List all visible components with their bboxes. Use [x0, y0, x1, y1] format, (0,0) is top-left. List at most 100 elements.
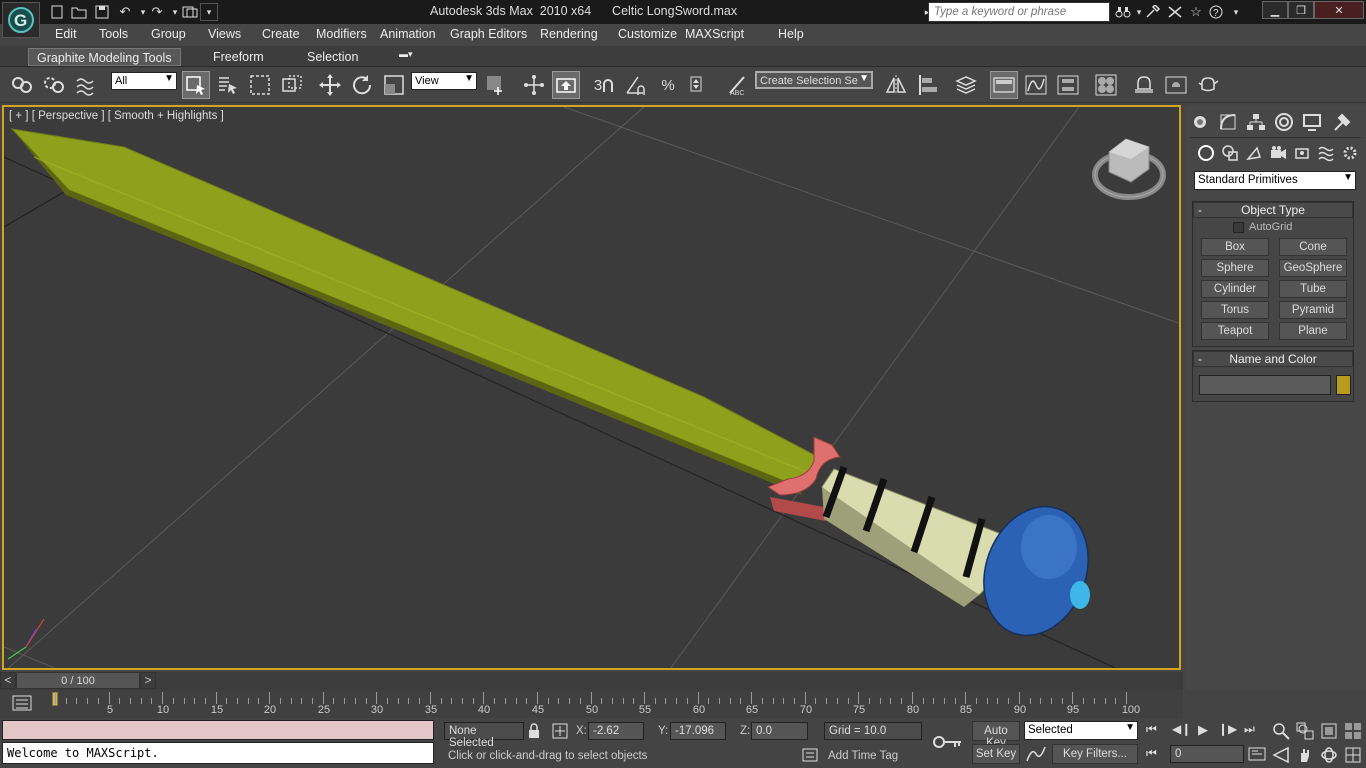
- mirror-icon[interactable]: [882, 71, 910, 99]
- maximize-button[interactable]: ❐: [1288, 1, 1314, 19]
- space-warps-category-icon[interactable]: [1314, 141, 1338, 165]
- sword-blade[interactable]: [10, 128, 823, 495]
- infocenter-search-input[interactable]: Type a keyword or phrase: [928, 2, 1110, 22]
- current-frame-input[interactable]: 0: [1170, 745, 1244, 763]
- subscription-center-icon[interactable]: [1144, 3, 1162, 21]
- select-and-rotate-icon[interactable]: [348, 71, 376, 99]
- motion-panel-tab-icon[interactable]: [1272, 110, 1296, 134]
- curve-editor-icon[interactable]: [1022, 71, 1050, 99]
- ribbon-options-dropdown-icon[interactable]: ▬▾: [393, 48, 419, 66]
- edit-named-selection-sets-icon[interactable]: ABC: [724, 71, 752, 99]
- material-editor-icon[interactable]: [1092, 71, 1120, 99]
- object-color-swatch[interactable]: [1336, 375, 1351, 395]
- minimize-button[interactable]: ▁: [1262, 1, 1288, 19]
- geometry-category-icon[interactable]: [1194, 141, 1218, 165]
- rectangular-selection-region-icon[interactable]: [246, 71, 274, 99]
- select-and-link-icon[interactable]: [8, 71, 36, 99]
- y-coordinate-input[interactable]: -17.096: [670, 722, 726, 740]
- lights-category-icon[interactable]: [1242, 141, 1266, 165]
- absolute-transform-mode-icon[interactable]: [551, 722, 569, 740]
- tab-selection[interactable]: Selection: [299, 48, 366, 66]
- window-crossing-icon[interactable]: [278, 71, 306, 99]
- add-time-tag-button[interactable]: Add Time Tag: [828, 750, 898, 762]
- project-folder-icon[interactable]: [181, 3, 199, 21]
- sphere-button[interactable]: Sphere: [1201, 259, 1269, 277]
- auto-key-button[interactable]: Auto Key: [972, 721, 1020, 749]
- communication-center-icon[interactable]: [1166, 3, 1184, 21]
- percent-snap-toggle-icon[interactable]: %: [654, 71, 682, 99]
- quick-access-dropdown-icon[interactable]: ▾: [200, 3, 218, 21]
- menu-edit[interactable]: Edit: [55, 27, 77, 41]
- previous-key-icon[interactable]: ◀❙: [1172, 722, 1192, 740]
- pan-view-icon[interactable]: [1296, 746, 1316, 764]
- set-keys-key-icon[interactable]: [928, 720, 968, 764]
- autogrid-checkbox[interactable]: [1233, 222, 1244, 233]
- unlink-selection-icon[interactable]: [40, 71, 68, 99]
- time-slider-thumb[interactable]: 0 / 100: [16, 672, 140, 689]
- perspective-viewport[interactable]: [ + ] [ Perspective ] [ Smooth + Highlig…: [2, 105, 1181, 670]
- tube-button[interactable]: Tube: [1279, 280, 1347, 298]
- time-tag-icon[interactable]: [800, 746, 820, 764]
- rendered-frame-window-icon[interactable]: [1162, 71, 1190, 99]
- plane-button[interactable]: Plane: [1279, 322, 1347, 340]
- previous-frame-icon[interactable]: <: [0, 672, 16, 689]
- viewcube-icon[interactable]: [1092, 138, 1166, 200]
- name-and-color-rollout-header[interactable]: - Name and Color: [1193, 351, 1353, 367]
- open-file-icon[interactable]: [70, 3, 88, 21]
- cameras-category-icon[interactable]: [1266, 141, 1290, 165]
- snaps-toggle-icon[interactable]: 3: [590, 71, 618, 99]
- utilities-panel-tab-icon[interactable]: [1330, 110, 1354, 134]
- angle-snap-toggle-icon[interactable]: [622, 71, 650, 99]
- hierarchy-panel-tab-icon[interactable]: [1244, 110, 1268, 134]
- spinner-snap-toggle-icon[interactable]: [686, 71, 714, 99]
- shapes-category-icon[interactable]: [1218, 141, 1242, 165]
- redo-icon[interactable]: ↷: [148, 3, 166, 21]
- zoom-extents-icon[interactable]: [1320, 722, 1340, 740]
- maxscript-mini-listener-input[interactable]: [2, 720, 434, 740]
- menu-animation[interactable]: Animation: [380, 27, 436, 41]
- favorites-star-icon[interactable]: ☆: [1187, 3, 1205, 21]
- object-name-input[interactable]: [1199, 375, 1331, 395]
- save-file-icon[interactable]: [93, 3, 111, 21]
- key-mode-dropdown[interactable]: Selected ▼: [1024, 721, 1138, 740]
- maximize-viewport-toggle-icon[interactable]: [1344, 746, 1364, 764]
- selection-lock-icon[interactable]: [526, 723, 542, 739]
- select-object-icon[interactable]: [182, 71, 210, 99]
- sword-pommel[interactable]: [966, 492, 1105, 650]
- menu-maxscript[interactable]: MAXScript: [685, 27, 744, 41]
- track-bar[interactable]: 0510152025303540455055606570758085909510…: [0, 690, 1183, 718]
- menu-group[interactable]: Group: [151, 27, 186, 41]
- menu-views[interactable]: Views: [208, 27, 241, 41]
- tab-graphite-modeling-tools[interactable]: Graphite Modeling Tools: [28, 48, 181, 66]
- default-tangents-icon[interactable]: [1024, 744, 1048, 764]
- select-by-name-icon[interactable]: [214, 71, 242, 99]
- maxscript-listener-output[interactable]: Welcome to MAXScript.: [2, 742, 434, 764]
- keyboard-shortcut-override-icon[interactable]: [552, 71, 580, 99]
- time-configuration-icon[interactable]: [1248, 745, 1266, 763]
- bind-to-space-warp-icon[interactable]: [72, 71, 100, 99]
- schematic-view-icon[interactable]: [1054, 71, 1082, 99]
- pyramid-button[interactable]: Pyramid: [1279, 301, 1347, 319]
- set-key-button[interactable]: Set Key: [972, 744, 1020, 764]
- application-menu-button[interactable]: G: [2, 2, 40, 38]
- key-mode-toggle-icon[interactable]: ⏮: [1146, 746, 1166, 764]
- x-coordinate-input[interactable]: -2.62: [588, 722, 644, 740]
- go-to-end-icon[interactable]: ⏭: [1244, 722, 1264, 740]
- object-category-dropdown[interactable]: Standard Primitives ▼: [1194, 171, 1356, 190]
- key-filters-button[interactable]: Key Filters...: [1052, 744, 1138, 764]
- render-setup-icon[interactable]: [1130, 71, 1158, 99]
- go-to-start-icon[interactable]: ⏮: [1146, 722, 1166, 740]
- object-type-rollout-header[interactable]: - Object Type: [1193, 202, 1353, 218]
- undo-icon[interactable]: ↶: [116, 3, 134, 21]
- menu-rendering[interactable]: Rendering: [540, 27, 598, 41]
- teapot-button[interactable]: Teapot: [1201, 322, 1269, 340]
- select-and-move-icon[interactable]: [316, 71, 344, 99]
- selection-filter-dropdown[interactable]: All ▼: [111, 72, 177, 90]
- play-icon[interactable]: ▶: [1198, 722, 1218, 740]
- geosphere-button[interactable]: GeoSphere: [1279, 259, 1347, 277]
- time-slider[interactable]: < 0 / 100 >: [0, 672, 1183, 690]
- helpers-category-icon[interactable]: [1290, 141, 1314, 165]
- zoom-extents-all-icon[interactable]: [1344, 722, 1364, 740]
- named-selection-sets-dropdown[interactable]: Create Selection Se ▼: [755, 71, 873, 89]
- use-pivot-point-center-icon[interactable]: [482, 71, 510, 99]
